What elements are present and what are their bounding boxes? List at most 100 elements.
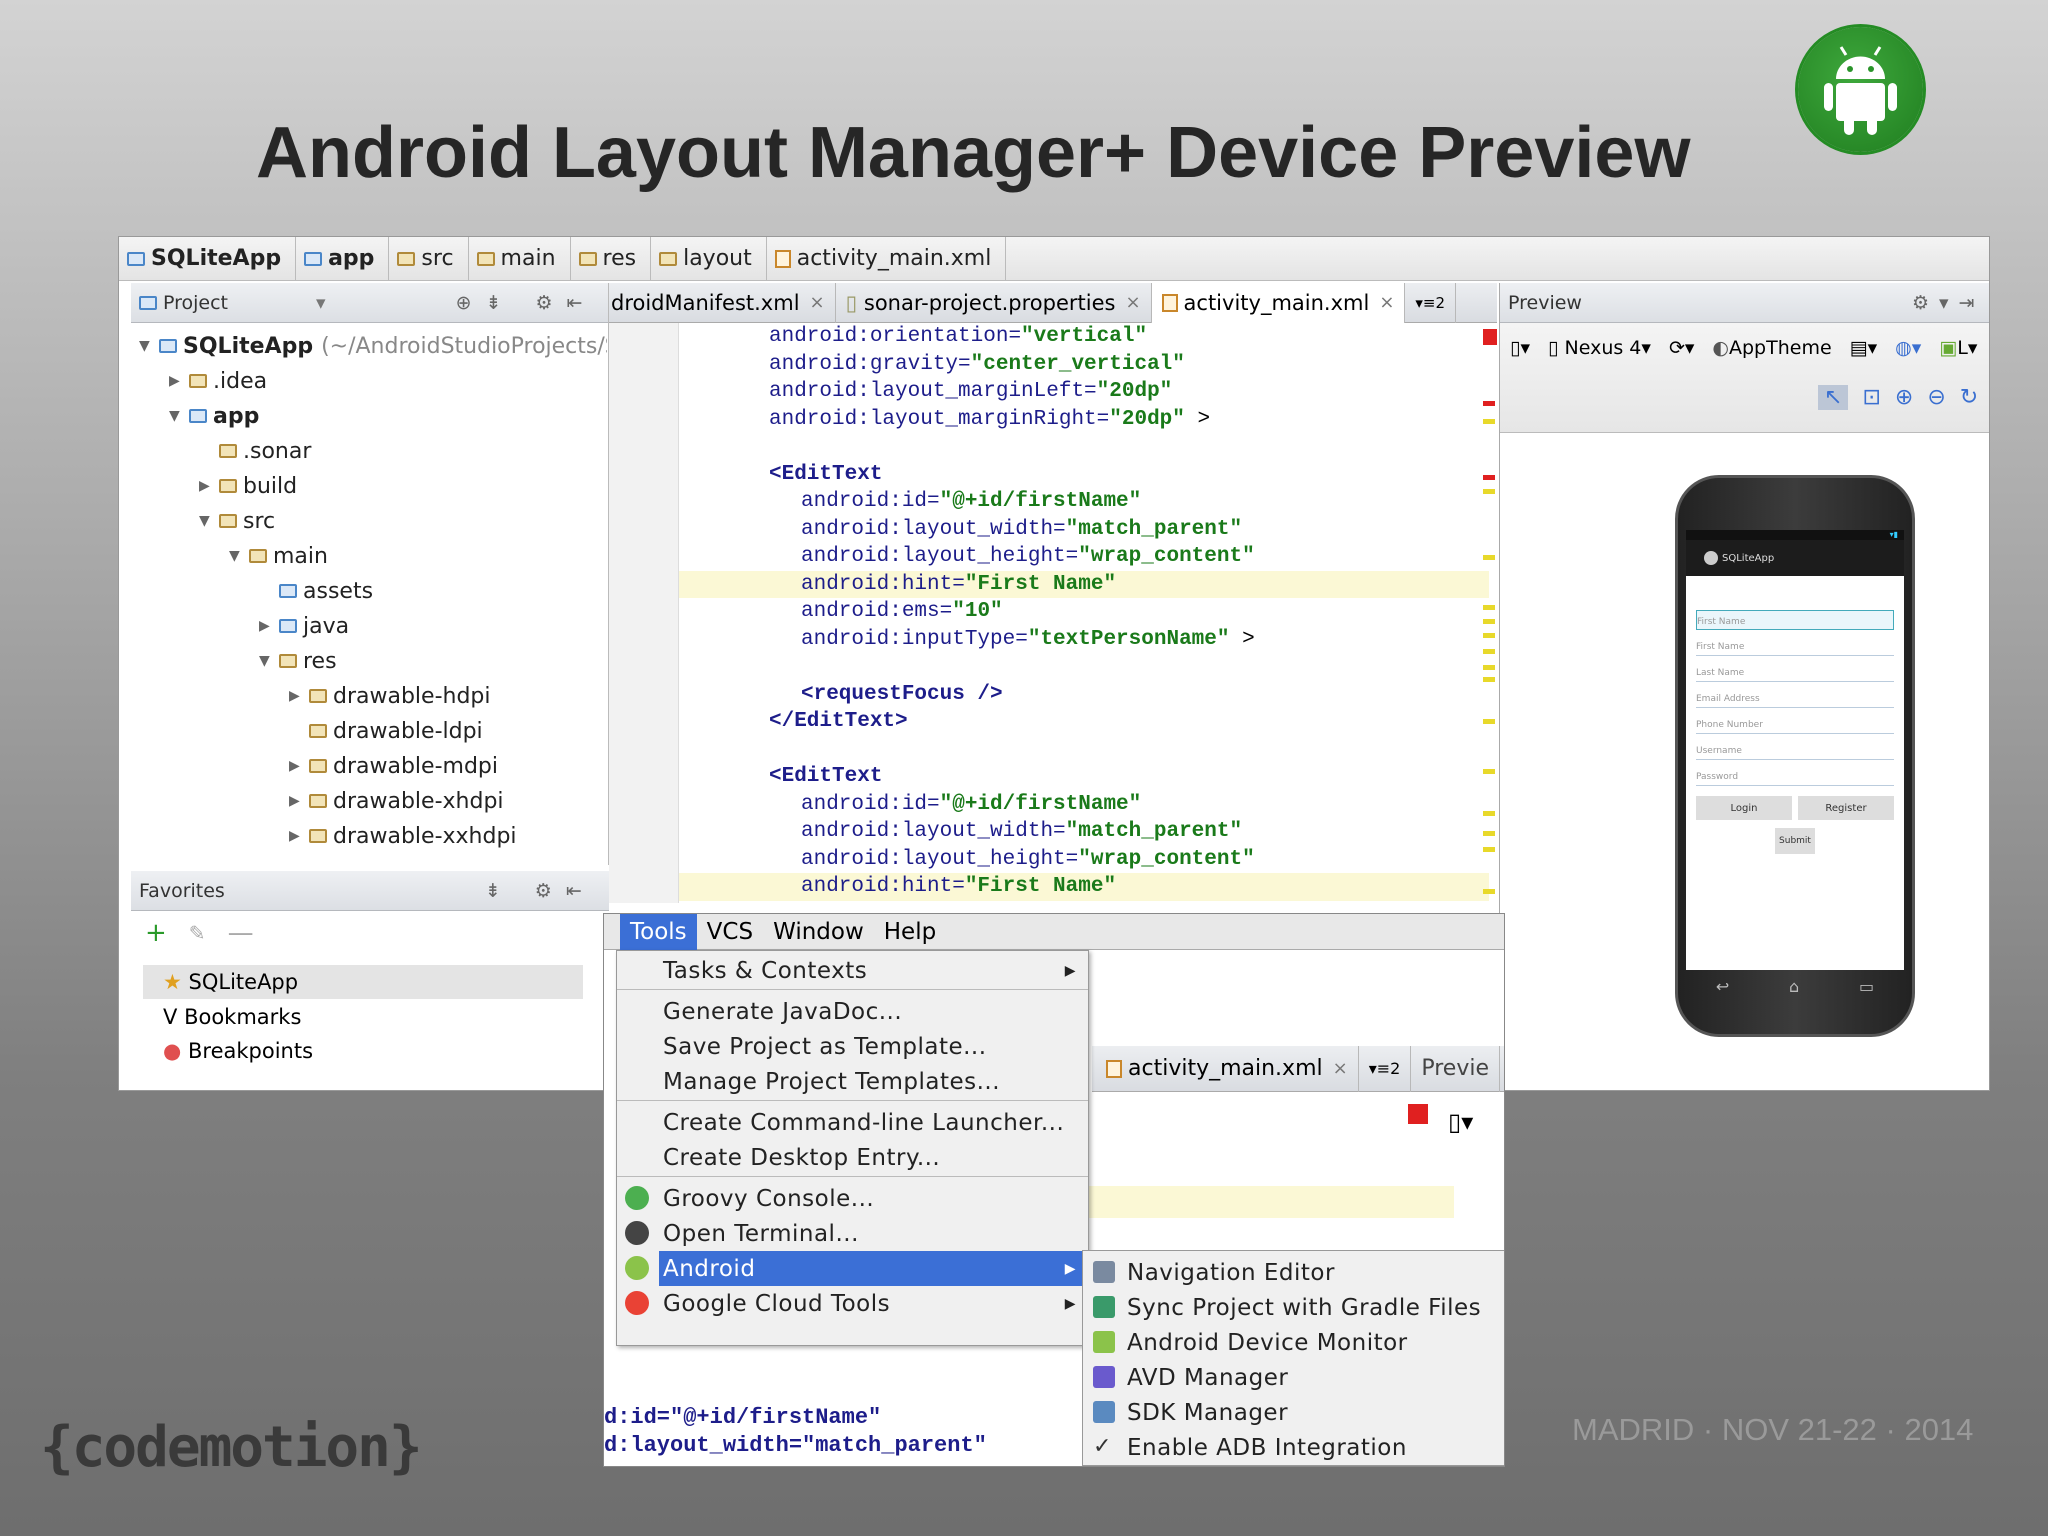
tab-overflow[interactable]: ▾≡ 2 xyxy=(1359,1045,1412,1092)
menu-item[interactable]: Save Project as Template... xyxy=(617,1029,1088,1064)
submenu-item[interactable]: AVD Manager xyxy=(1083,1360,1503,1395)
tree-item[interactable]: .sonar xyxy=(199,434,311,468)
text-field[interactable]: Email Address xyxy=(1696,688,1894,708)
tree-item[interactable]: ▶ .idea xyxy=(169,364,267,398)
code-line[interactable] xyxy=(679,736,1489,764)
menu-item[interactable]: Open Terminal... xyxy=(617,1216,1088,1251)
login-button[interactable]: Login xyxy=(1696,796,1792,820)
submenu-item[interactable]: Android Device Monitor xyxy=(1083,1325,1503,1360)
menu-item[interactable]: Create Desktop Entry... xyxy=(617,1140,1088,1175)
tree-item[interactable]: ▼ main xyxy=(229,539,328,573)
submenu-item[interactable]: Navigation Editor xyxy=(1083,1255,1503,1290)
device-config-icon[interactable]: ▯▾ xyxy=(1510,337,1530,359)
submenu-item[interactable]: Enable ADB Integration xyxy=(1083,1430,1503,1465)
text-field[interactable]: Username xyxy=(1696,740,1894,760)
zoom-fit-icon[interactable]: ⊡ xyxy=(1862,385,1880,410)
expand-arrow-icon[interactable]: ▶ xyxy=(259,618,279,634)
tree-item[interactable]: ▶ drawable-xxhdpi xyxy=(289,819,517,853)
favorites-item[interactable]: ● Breakpoints xyxy=(163,1039,313,1063)
code-line[interactable] xyxy=(679,653,1489,681)
breadcrumb-item[interactable]: app xyxy=(296,237,390,281)
menu-item[interactable]: Generate JavaDoc... xyxy=(617,994,1088,1029)
tree-item[interactable]: ▼ res xyxy=(259,644,337,678)
text-field[interactable]: Phone Number xyxy=(1696,714,1894,734)
close-icon[interactable]: × xyxy=(810,292,825,313)
expand-arrow-icon[interactable]: ▶ xyxy=(169,373,189,389)
code-line[interactable]: android:layout_marginLeft="20dp" xyxy=(679,378,1489,406)
tree-item[interactable]: ▶ build xyxy=(199,469,297,503)
tab-overflow[interactable]: ▾≡ 2 xyxy=(1405,282,1457,323)
tree-item[interactable]: ▼ src xyxy=(199,504,275,538)
code-line[interactable]: <EditText xyxy=(679,461,1489,489)
activity-icon[interactable]: ▤▾ xyxy=(1850,337,1878,359)
code-line[interactable]: android:ems="10" xyxy=(679,598,1489,626)
text-field[interactable]: First Name xyxy=(1696,636,1894,656)
tab-sonar[interactable]: ▯ sonar-project.properties × xyxy=(836,282,1152,323)
submit-button[interactable]: Submit xyxy=(1775,828,1815,854)
expand-arrow-icon[interactable]: ▶ xyxy=(289,828,309,844)
code-line[interactable]: <EditText xyxy=(679,763,1489,791)
locale-icon[interactable]: ◍▾ xyxy=(1895,337,1921,359)
expand-arrow-icon[interactable]: ▼ xyxy=(139,338,159,354)
register-button[interactable]: Register xyxy=(1798,796,1894,820)
submenu-item[interactable]: Sync Project with Gradle Files xyxy=(1083,1290,1503,1325)
code-line[interactable]: android:gravity="center_vertical" xyxy=(679,351,1489,379)
panel-tool-icons[interactable]: ⊕⇟ ⚙⇤ xyxy=(456,292,597,314)
device-config-icon[interactable]: ▯▾ xyxy=(1448,1108,1473,1136)
project-panel-header[interactable]: Project ▾ ⊕⇟ ⚙⇤ xyxy=(131,283,608,323)
breadcrumb-item[interactable]: res xyxy=(571,237,652,281)
panel-tool-icons[interactable]: ⚙▾⇥ xyxy=(1912,292,1985,314)
close-icon[interactable]: × xyxy=(1333,1058,1348,1079)
tree-item[interactable]: drawable-ldpi xyxy=(289,714,483,748)
code-line[interactable]: android:id="@+id/firstName" xyxy=(679,791,1489,819)
code-line[interactable]: android:layout_width="match_parent" xyxy=(679,818,1489,846)
code-line[interactable]: android:layout_height="wrap_content" xyxy=(679,846,1489,874)
tree-item[interactable]: ▶ java xyxy=(259,609,349,643)
text-field[interactable]: Last Name xyxy=(1696,662,1894,682)
theme-selector[interactable]: ◐AppTheme xyxy=(1712,337,1831,359)
zoom-in-icon[interactable]: ⊕ xyxy=(1895,385,1913,410)
refresh-icon[interactable]: ↻ xyxy=(1960,385,1978,410)
tree-item[interactable]: ▼ app xyxy=(169,399,259,433)
expand-arrow-icon[interactable]: ▼ xyxy=(259,653,279,669)
expand-arrow-icon[interactable]: ▶ xyxy=(289,793,309,809)
api-selector[interactable]: ▣L▾ xyxy=(1939,337,1977,359)
code-area[interactable]: android:orientation="vertical" android:gr… xyxy=(679,323,1489,903)
close-icon[interactable]: × xyxy=(1379,292,1394,313)
code-line[interactable]: android:orientation="vertical" xyxy=(679,323,1489,351)
menu-item[interactable]: Android ▶ xyxy=(659,1251,1088,1286)
code-line[interactable] xyxy=(679,433,1489,461)
tree-item[interactable]: ▼ SQLiteApp (~/AndroidStudioProjects/SQLit xyxy=(139,329,607,363)
favorites-item[interactable]: ★ SQLiteApp xyxy=(143,965,583,999)
code-line[interactable]: android:inputType="textPersonName" > xyxy=(679,626,1489,654)
expand-arrow-icon[interactable]: ▶ xyxy=(199,478,219,494)
breadcrumb-item[interactable]: layout xyxy=(651,237,767,281)
menu-item[interactable]: Manage Project Templates... xyxy=(617,1064,1088,1099)
code-line[interactable]: android:layout_height="wrap_content" xyxy=(679,543,1489,571)
expand-arrow-icon[interactable]: ▼ xyxy=(199,513,219,529)
tree-item[interactable]: ▶ drawable-mdpi xyxy=(289,749,498,783)
expand-arrow-icon[interactable]: ▼ xyxy=(169,408,189,424)
tree-item[interactable]: ▶ drawable-xhdpi xyxy=(289,784,504,818)
code-line[interactable]: </EditText> xyxy=(679,708,1489,736)
menu-item[interactable]: Google Cloud Tools ▶ xyxy=(617,1286,1088,1321)
tab-activity-main[interactable]: activity_main.xml × xyxy=(1092,1045,1359,1092)
preview-tab[interactable]: Previe xyxy=(1411,1045,1500,1092)
expand-arrow-icon[interactable]: ▶ xyxy=(289,688,309,704)
remove-icon[interactable]: — xyxy=(228,918,254,948)
close-icon[interactable]: × xyxy=(1125,292,1140,313)
text-field[interactable]: First Name xyxy=(1696,610,1894,630)
add-icon[interactable]: + xyxy=(145,918,167,948)
code-line[interactable]: android:hint="First Name" xyxy=(679,873,1489,901)
favorites-item[interactable]: V Bookmarks xyxy=(163,1005,301,1029)
zoom-out-icon[interactable]: ⊖ xyxy=(1927,385,1945,410)
code-line[interactable]: <requestFocus /> xyxy=(679,681,1489,709)
edit-icon[interactable]: ✎ xyxy=(189,921,206,945)
tab-manifest[interactable]: droidManifest.xml × xyxy=(609,282,836,323)
panel-tool-icons[interactable]: ⇟ ⚙⇤ xyxy=(485,880,596,902)
menu-tools[interactable]: Tools xyxy=(620,914,697,950)
code-line[interactable]: android:layout_width="match_parent" xyxy=(679,516,1489,544)
menu-item[interactable]: Create Command-line Launcher... xyxy=(617,1105,1088,1140)
tree-item[interactable]: ▶ drawable-hdpi xyxy=(289,679,491,713)
zoom-actual-icon[interactable]: ↖ xyxy=(1818,385,1849,410)
